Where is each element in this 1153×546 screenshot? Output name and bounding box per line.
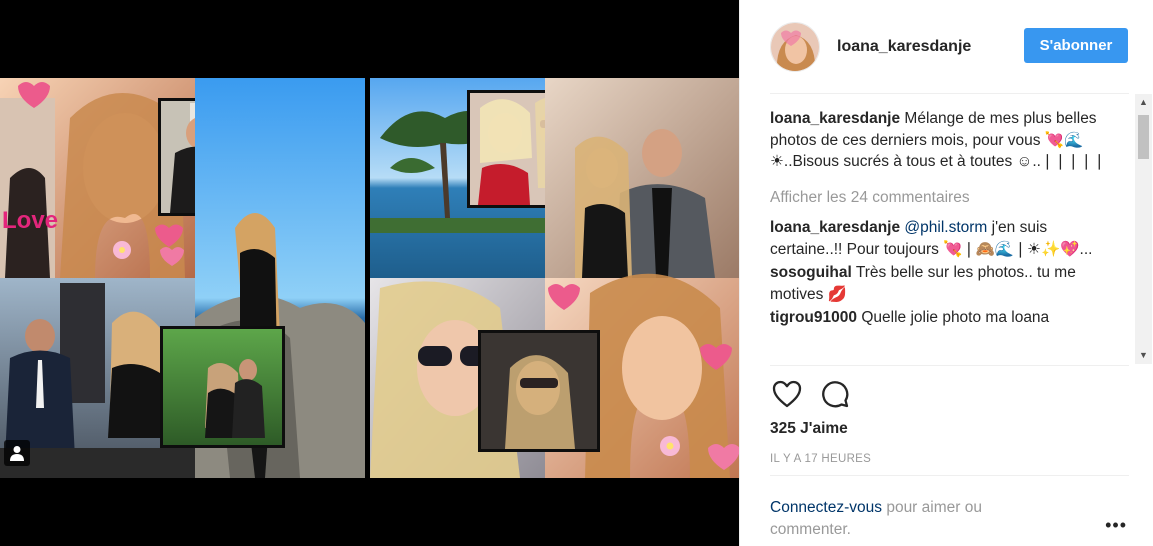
comment-item: loana_karesdanje @phil.storm j'en suis c…: [770, 217, 1122, 260]
love-overlay-text: Love: [2, 207, 58, 234]
post-timestamp[interactable]: IL Y A 17 HEURES: [770, 453, 871, 465]
comment-username[interactable]: sosoguihal: [770, 264, 852, 281]
comment-icon: [822, 381, 849, 408]
collage-right-art: [369, 78, 739, 478]
login-prompt: Connectez-vous pour aimer ou commenter.: [770, 497, 1050, 541]
collage-left: Love: [0, 78, 370, 478]
user-tag-icon: [10, 446, 24, 461]
caption: loana_karesdanje Mélange de mes plus bel…: [770, 108, 1122, 173]
like-button[interactable]: [770, 377, 804, 411]
comment-item: sosoguihal Très belle sur les photos.. t…: [770, 262, 1122, 305]
post-dialog: Love loana_karesdanje S'abonner loana_ka…: [0, 0, 1153, 546]
scroll-down-arrow-icon[interactable]: ▼: [1135, 347, 1152, 364]
photo-collage: Love: [0, 78, 739, 478]
caption-username[interactable]: loana_karesdanje: [770, 110, 900, 127]
comments-scrollbar[interactable]: ▲ ▼: [1135, 94, 1152, 364]
post-media[interactable]: Love: [0, 0, 739, 546]
action-bar: [770, 376, 852, 412]
avatar-image: [771, 23, 819, 71]
post-sidebar: loana_karesdanje S'abonner loana_karesda…: [739, 0, 1153, 546]
login-link[interactable]: Connectez-vous: [770, 499, 882, 516]
comment-item: tigrou91000 Quelle jolie photo ma loana: [770, 307, 1122, 329]
actions-divider: [770, 365, 1129, 366]
comment-username[interactable]: tigrou91000: [770, 309, 857, 326]
login-divider: [770, 475, 1129, 476]
comment-button[interactable]: [818, 377, 852, 411]
header-username[interactable]: loana_karesdanje: [837, 38, 971, 56]
heart-icon: [772, 380, 802, 408]
collage-left-art: Love: [0, 78, 365, 478]
avatar[interactable]: [770, 22, 820, 72]
more-icon: •••: [1105, 515, 1127, 535]
header-divider: [770, 93, 1129, 94]
comment-mention[interactable]: @phil.storm: [904, 219, 987, 236]
view-all-comments-link[interactable]: Afficher les 24 commentaires: [770, 187, 1122, 209]
collage-right: [369, 78, 739, 478]
scrollbar-thumb[interactable]: [1138, 115, 1149, 159]
like-count[interactable]: 325 J'aime: [770, 420, 848, 438]
more-options-button[interactable]: •••: [1105, 515, 1127, 535]
scroll-up-arrow-icon[interactable]: ▲: [1135, 94, 1152, 111]
comments-list[interactable]: loana_karesdanje Mélange de mes plus bel…: [770, 108, 1122, 364]
user-tag-button[interactable]: [4, 440, 30, 466]
comment-username[interactable]: loana_karesdanje: [770, 219, 900, 236]
comment-text: Quelle jolie photo ma loana: [861, 309, 1050, 326]
follow-button[interactable]: S'abonner: [1024, 28, 1128, 63]
